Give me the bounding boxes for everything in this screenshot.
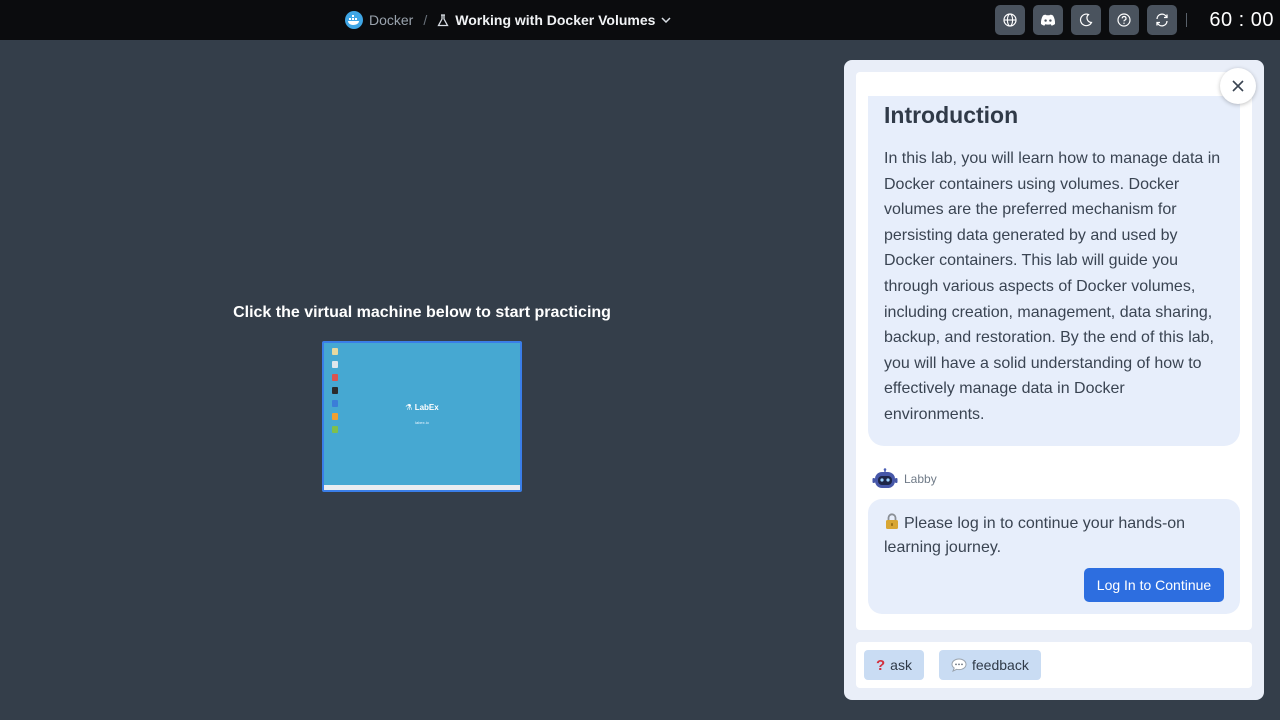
chevron-down-icon bbox=[661, 17, 671, 23]
login-button[interactable]: Log In to Continue bbox=[1084, 568, 1224, 602]
globe-icon bbox=[1003, 13, 1017, 27]
ask-button[interactable]: ? ask bbox=[864, 650, 924, 680]
vm-logo-subtitle: labex.io bbox=[415, 420, 429, 425]
close-icon bbox=[1232, 80, 1244, 92]
question-mark-icon: ? bbox=[876, 656, 886, 674]
close-panel-button[interactable] bbox=[1220, 68, 1256, 104]
chat-scroll-area[interactable]: Introduction In this lab, you will learn… bbox=[856, 72, 1252, 630]
introduction-text: In this lab, you will learn how to manag… bbox=[884, 150, 1221, 423]
speech-bubble-icon bbox=[951, 658, 967, 672]
login-message: Please log in to continue your hands-on … bbox=[884, 513, 1186, 556]
breadcrumb: Docker / Working with Docker Volumes bbox=[345, 0, 671, 40]
introduction-heading: Introduction bbox=[884, 102, 1019, 128]
flask-icon bbox=[437, 13, 449, 26]
refresh-button[interactable] bbox=[1147, 5, 1177, 35]
refresh-icon bbox=[1156, 13, 1168, 27]
language-button[interactable] bbox=[995, 5, 1025, 35]
assistant-name: Labby bbox=[904, 472, 937, 486]
login-prompt-card: Please log in to continue your hands-on … bbox=[868, 499, 1240, 614]
breadcrumb-separator: / bbox=[423, 12, 428, 28]
ask-label: ask bbox=[890, 657, 912, 673]
discord-icon bbox=[1040, 14, 1056, 26]
lab-title: Working with Docker Volumes bbox=[455, 12, 656, 28]
top-bar: Docker / Working with Docker Volumes 60 … bbox=[0, 0, 1280, 40]
help-button[interactable] bbox=[1109, 5, 1139, 35]
robot-avatar-icon bbox=[872, 468, 898, 488]
feedback-label: feedback bbox=[972, 657, 1029, 673]
feedback-button[interactable]: feedback bbox=[939, 650, 1041, 680]
assistant-header: Labby bbox=[872, 468, 937, 490]
vm-taskbar bbox=[324, 485, 520, 490]
docker-logo-icon bbox=[345, 11, 363, 29]
lock-icon bbox=[886, 513, 898, 529]
vm-start-prompt: Click the virtual machine below to start… bbox=[233, 304, 611, 321]
moon-icon bbox=[1079, 13, 1093, 27]
header-divider bbox=[1186, 13, 1187, 27]
virtual-machine-thumbnail[interactable]: ⚗ LabEx labex.io bbox=[322, 341, 522, 492]
theme-toggle-button[interactable] bbox=[1071, 5, 1101, 35]
chat-action-bar: ? ask feedback bbox=[856, 642, 1252, 688]
introduction-card: Introduction In this lab, you will learn… bbox=[868, 96, 1240, 446]
lab-title-dropdown[interactable]: Working with Docker Volumes bbox=[437, 12, 671, 28]
flask-icon: ⚗ bbox=[405, 403, 413, 412]
vm-labex-logo: ⚗ LabEx bbox=[405, 403, 439, 412]
breadcrumb-root-link[interactable]: Docker bbox=[369, 12, 413, 28]
lab-timer: 60 : 00 bbox=[1209, 8, 1274, 31]
lab-guide-panel: Introduction In this lab, you will learn… bbox=[844, 60, 1264, 700]
discord-button[interactable] bbox=[1033, 5, 1063, 35]
help-icon bbox=[1117, 13, 1131, 27]
